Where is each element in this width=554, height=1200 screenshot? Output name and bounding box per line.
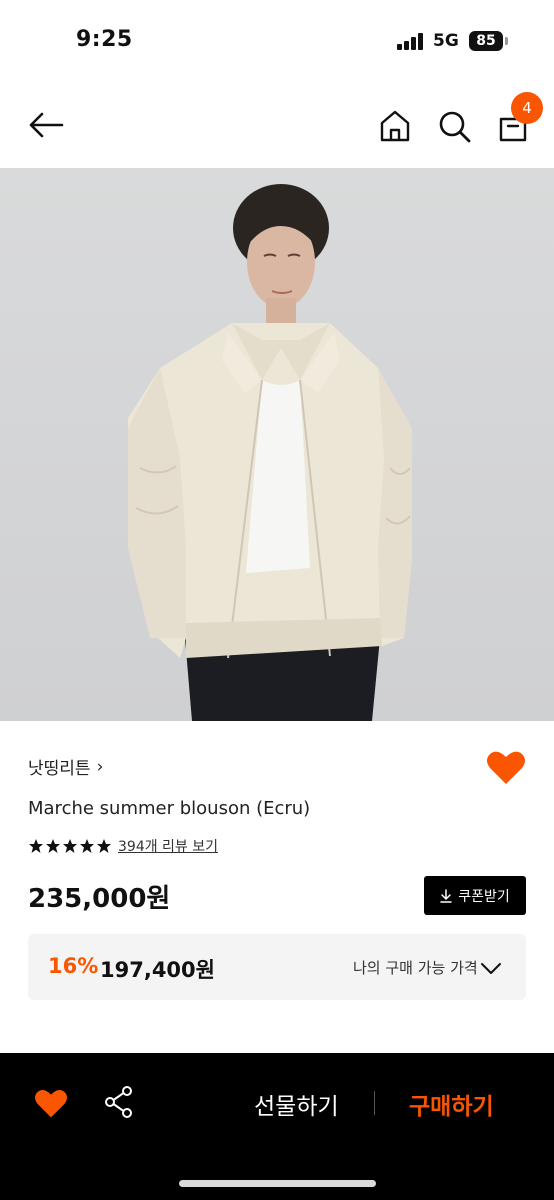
coupon-label: 쿠폰받기 — [458, 888, 510, 905]
search-icon[interactable] — [436, 108, 472, 144]
star-icon — [97, 839, 111, 853]
favorite-heart-icon[interactable] — [34, 1087, 68, 1119]
brand-name: 낫띵리튼 — [28, 759, 91, 779]
rating-row: 394개 리뷰 보기 — [28, 836, 218, 856]
my-price: 197,400원 — [100, 958, 215, 982]
star-icon — [29, 839, 43, 853]
star-icon — [46, 839, 60, 853]
coupon-button[interactable]: 쿠폰받기 — [424, 876, 526, 915]
rating-stars — [28, 838, 112, 854]
signal-icon — [397, 33, 425, 50]
product-photo — [128, 184, 412, 721]
status-bar: 9:25 5G 85 — [0, 0, 554, 84]
chevron-down-icon[interactable] — [480, 957, 502, 979]
buy-button[interactable]: 구매하기 — [409, 1087, 494, 1121]
my-price-label: 나의 구매 가능 가격 — [353, 959, 478, 977]
divider — [374, 1091, 375, 1115]
product-image[interactable] — [0, 168, 554, 721]
cart-count-badge: 4 — [511, 92, 543, 124]
network-label: 5G — [433, 31, 459, 51]
product-name: Marche summer blouson (Ecru) — [28, 798, 311, 819]
bottom-action-bar: 선물하기 구매하기 — [0, 1053, 554, 1200]
product-price: 235,000원 — [28, 884, 171, 914]
battery-cap — [505, 37, 508, 45]
download-icon — [440, 888, 452, 903]
favorite-heart-icon[interactable] — [486, 748, 526, 786]
star-icon — [63, 839, 77, 853]
status-time: 9:25 — [76, 27, 133, 52]
gift-button[interactable]: 선물하기 — [254, 1087, 339, 1121]
chevron-right-icon: › — [96, 756, 104, 777]
arrow-left-icon[interactable] — [26, 108, 66, 142]
discount-rate: 16% — [48, 954, 99, 978]
top-nav-bar — [0, 84, 554, 168]
review-link[interactable]: 394개 리뷰 보기 — [118, 836, 218, 856]
my-price-box[interactable]: 16% 197,400원 나의 구매 가능 가격 — [28, 934, 526, 1000]
share-icon[interactable] — [104, 1085, 134, 1119]
home-indicator[interactable] — [179, 1180, 376, 1187]
brand-link[interactable]: 낫띵리튼 › — [28, 754, 104, 780]
battery-level: 85 — [476, 33, 496, 49]
star-icon — [80, 839, 94, 853]
home-icon[interactable] — [377, 108, 413, 144]
battery-icon: 85 — [469, 31, 503, 51]
